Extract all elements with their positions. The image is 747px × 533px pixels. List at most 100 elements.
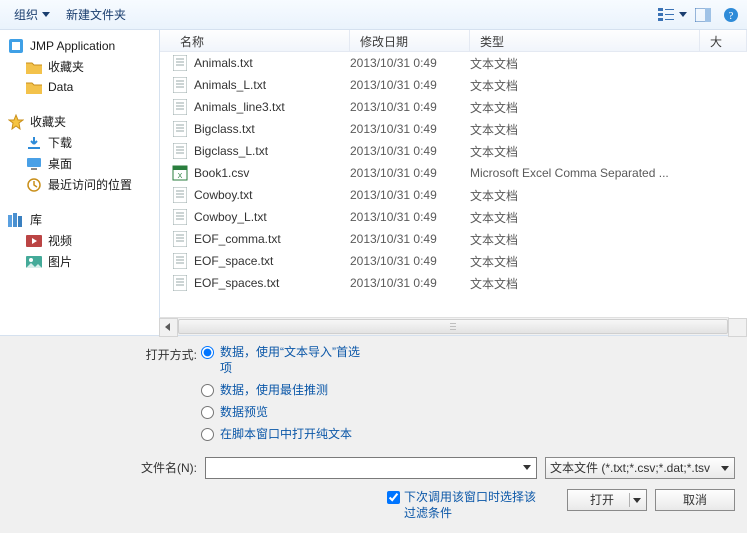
open-button[interactable]: 打开 — [567, 489, 647, 511]
radio-input[interactable] — [201, 428, 214, 441]
app-icon — [8, 38, 24, 54]
open-mode-opt0[interactable]: 数据，使用“文本导入”首选项 — [201, 344, 361, 376]
checkbox-input[interactable] — [387, 491, 400, 504]
preview-pane-icon — [695, 8, 711, 22]
remember-filter-check[interactable]: 下次调用该窗口时选择该过滤条件 — [387, 489, 547, 521]
cancel-button[interactable]: 取消 — [655, 489, 735, 511]
file-type: 文本文档 — [470, 253, 700, 270]
scroll-left-icon — [165, 323, 170, 331]
file-date: 2013/10/31 0:49 — [350, 254, 470, 268]
file-row[interactable]: EOF_spaces.txt2013/10/31 0:49文本文档 — [160, 272, 747, 294]
file-type: 文本文档 — [470, 231, 700, 248]
file-icon — [172, 253, 188, 269]
file-row[interactable]: EOF_comma.txt2013/10/31 0:49文本文档 — [160, 228, 747, 250]
nav-root-label: JMP Application — [30, 39, 115, 53]
file-date: 2013/10/31 0:49 — [350, 78, 470, 92]
file-row[interactable]: Bigclass_L.txt2013/10/31 0:49文本文档 — [160, 140, 747, 162]
nav-root-jmp[interactable]: JMP Application — [8, 36, 155, 56]
file-name: Book1.csv — [194, 166, 249, 180]
nav-item-label: 视频 — [48, 232, 72, 249]
column-header-type[interactable]: 类型 — [470, 30, 700, 51]
filter-label: 文本文件 (*.txt;*.csv;*.dat;*.tsv — [550, 459, 710, 476]
open-mode-label: 打开方式: — [12, 344, 197, 363]
open-mode-opt3[interactable]: 在脚本窗口中打开纯文本 — [201, 426, 361, 442]
file-date: 2013/10/31 0:49 — [350, 56, 470, 70]
filename-combo[interactable] — [205, 457, 537, 479]
file-row[interactable]: Animals_line3.txt2013/10/31 0:49文本文档 — [160, 96, 747, 118]
folder-icon — [26, 59, 42, 75]
file-row[interactable]: Animals.txt2013/10/31 0:49文本文档 — [160, 52, 747, 74]
nav-item-downloads[interactable]: 下载 — [8, 132, 155, 153]
radio-input[interactable] — [201, 384, 214, 397]
open-mode-opt2[interactable]: 数据预览 — [201, 404, 361, 420]
open-mode-opt1[interactable]: 数据，使用最佳推测 — [201, 382, 361, 398]
nav-item-label: 下载 — [48, 134, 72, 151]
file-type: 文本文档 — [470, 77, 700, 94]
file-icon — [172, 275, 188, 291]
nav-item-videos[interactable]: 视频 — [8, 230, 155, 251]
column-header-size[interactable]: 大 — [700, 30, 747, 51]
nav-item-label: Data — [48, 80, 73, 94]
toolbar: 组织 新建文件夹 ? — [0, 0, 747, 30]
svg-text:X: X — [178, 173, 183, 180]
file-type: 文本文档 — [470, 55, 700, 72]
column-header-name[interactable]: 名称 — [160, 30, 350, 51]
nav-root-favorites[interactable]: 收藏夹 — [8, 111, 155, 132]
file-row[interactable]: Cowboy.txt2013/10/31 0:49文本文档 — [160, 184, 747, 206]
new-folder-label: 新建文件夹 — [66, 6, 126, 23]
help-button[interactable]: ? — [721, 5, 741, 25]
radio-input[interactable] — [201, 346, 214, 359]
file-type: 文本文档 — [470, 209, 700, 226]
organize-button[interactable]: 组织 — [6, 2, 58, 27]
column-header-row: 名称 修改日期 类型 大 — [160, 30, 747, 52]
nav-item-favorites-folder[interactable]: 收藏夹 — [8, 56, 155, 77]
file-type: 文本文档 — [470, 275, 700, 292]
file-type: 文本文档 — [470, 143, 700, 160]
preview-pane-button[interactable] — [693, 5, 713, 25]
filename-input[interactable] — [205, 457, 537, 479]
nav-tree[interactable]: JMP Application 收藏夹 Data 收藏夹 下载 桌面 — [0, 30, 160, 335]
video-icon — [26, 233, 42, 249]
view-mode-button[interactable] — [657, 5, 677, 25]
file-icon — [172, 55, 188, 71]
file-row[interactable]: Bigclass.txt2013/10/31 0:49文本文档 — [160, 118, 747, 140]
nav-item-data-folder[interactable]: Data — [8, 77, 155, 97]
chevron-down-icon — [523, 465, 531, 470]
file-date: 2013/10/31 0:49 — [350, 210, 470, 224]
file-name: EOF_space.txt — [194, 254, 273, 268]
nav-item-pictures[interactable]: 图片 — [8, 251, 155, 272]
folder-icon — [26, 79, 42, 95]
recent-icon — [26, 177, 42, 193]
nav-item-desktop[interactable]: 桌面 — [8, 153, 155, 174]
nav-item-label: 图片 — [48, 253, 72, 270]
nav-item-recent[interactable]: 最近访问的位置 — [8, 174, 155, 195]
nav-item-label: 桌面 — [48, 155, 72, 172]
radio-input[interactable] — [201, 406, 214, 419]
file-icon — [172, 99, 188, 115]
combo-arrow-button[interactable] — [519, 459, 535, 477]
file-name: EOF_spaces.txt — [194, 276, 279, 290]
nav-root-libraries[interactable]: 库 — [8, 209, 155, 230]
chevron-down-icon[interactable] — [679, 12, 687, 17]
file-type: Microsoft Excel Comma Separated ... — [470, 166, 700, 180]
filetype-filter[interactable]: 文本文件 (*.txt;*.csv;*.dat;*.tsv — [545, 457, 735, 479]
file-type: 文本文档 — [470, 121, 700, 138]
file-row[interactable]: Animals_L.txt2013/10/31 0:49文本文档 — [160, 74, 747, 96]
new-folder-button[interactable]: 新建文件夹 — [58, 2, 134, 27]
file-icon — [172, 121, 188, 137]
column-header-date[interactable]: 修改日期 — [350, 30, 470, 51]
file-row[interactable]: X Book1.csv 2013/10/31 0:49Microsoft Excel… — [160, 162, 747, 184]
file-rows[interactable]: Animals.txt2013/10/31 0:49文本文档Animals_L.… — [160, 52, 747, 317]
file-type: 文本文档 — [470, 187, 700, 204]
file-date: 2013/10/31 0:49 — [350, 166, 470, 180]
file-list-panel: 名称 修改日期 类型 大 Animals.txt2013/10/31 0:49文… — [160, 30, 747, 335]
scroll-thumb[interactable] — [178, 319, 728, 334]
organize-label: 组织 — [14, 6, 38, 23]
file-date: 2013/10/31 0:49 — [350, 188, 470, 202]
file-row[interactable]: EOF_space.txt 2013/10/31 0:49文本文档 — [160, 250, 747, 272]
file-row[interactable]: Cowboy_L.txt2013/10/31 0:49文本文档 — [160, 206, 747, 228]
file-icon — [172, 143, 188, 159]
horizontal-scrollbar[interactable] — [160, 317, 729, 335]
file-icon — [172, 77, 188, 93]
file-icon — [172, 231, 188, 247]
